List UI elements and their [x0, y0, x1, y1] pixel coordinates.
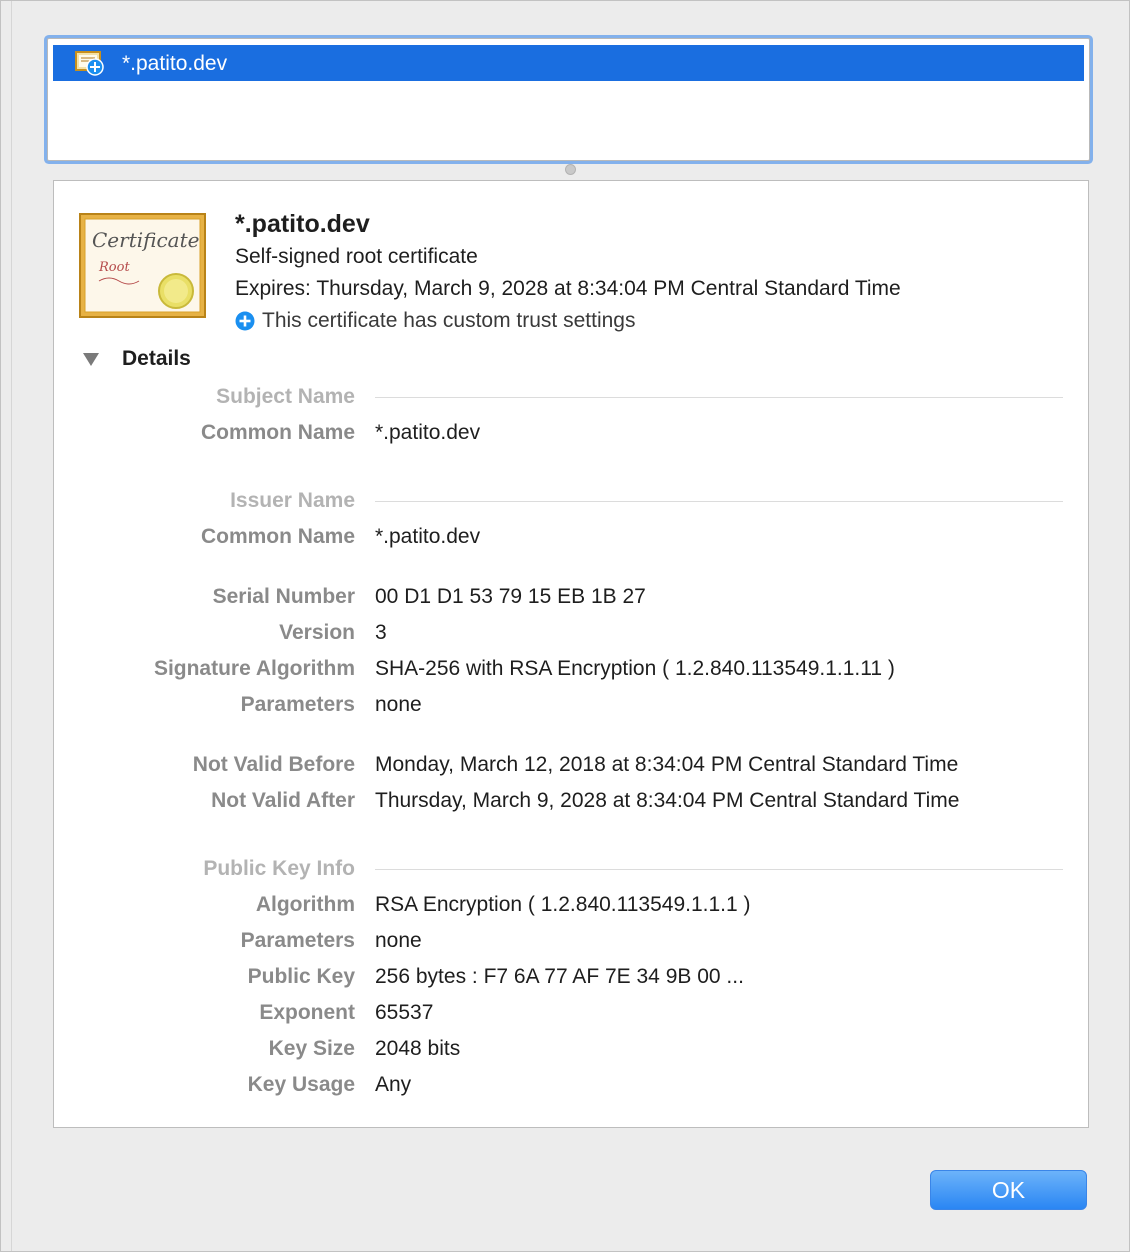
- signature-parameters-label: Parameters: [240, 693, 355, 716]
- certificate-detail-panel: Certificate Root *.patito.dev Self-signe…: [53, 180, 1089, 1128]
- public-key-label: Public Key: [247, 965, 355, 988]
- plus-circle-icon: [235, 311, 255, 331]
- window-edge: [11, 1, 12, 1251]
- version-label: Version: [279, 621, 355, 644]
- pk-algorithm-label: Algorithm: [255, 893, 355, 916]
- certificate-plus-icon: [75, 50, 105, 76]
- certificate-icon-sub: Root: [98, 260, 130, 275]
- disclosure-triangle-icon[interactable]: [82, 351, 100, 367]
- ok-button[interactable]: OK: [930, 1170, 1087, 1210]
- subject-common-name-label: Common Name: [200, 421, 355, 444]
- certificate-icon: Certificate Root: [79, 213, 206, 318]
- public-key-value: 256 bytes : F7 6A 77 AF 7E 34 9B 00 ...: [375, 965, 744, 988]
- certificate-expires: Expires: Thursday, March 9, 2028 at 8:34…: [235, 277, 901, 300]
- signature-algorithm-label: Signature Algorithm: [153, 657, 355, 680]
- pk-algorithm-value: RSA Encryption ( 1.2.840.113549.1.1.1 ): [375, 893, 751, 916]
- issuer-common-name-value: *.patito.dev: [375, 525, 481, 548]
- custom-trust-notice: This certificate has custom trust settin…: [235, 309, 635, 333]
- section-public-key-info: Public Key Info: [203, 857, 355, 880]
- key-usage-value: Any: [375, 1073, 412, 1096]
- key-usage-label: Key Usage: [247, 1073, 355, 1096]
- key-size-value: 2048 bits: [375, 1037, 461, 1060]
- details-label: Details: [122, 347, 191, 370]
- section-divider: [375, 501, 1063, 502]
- serial-number-value: 00 D1 D1 53 79 15 EB 1B 27: [375, 585, 646, 608]
- not-valid-before-value: Monday, March 12, 2018 at 8:34:04 PM Cen…: [375, 753, 959, 776]
- certificate-icon-script: Certificate: [92, 228, 199, 252]
- certificate-subtitle: Self-signed root certificate: [235, 245, 478, 268]
- certificate-list[interactable]: *.patito.dev: [47, 38, 1090, 161]
- details-disclosure[interactable]: Details: [82, 347, 191, 371]
- not-valid-after-value: Thursday, March 9, 2028 at 8:34:04 PM Ce…: [375, 789, 960, 812]
- certificate-list-item[interactable]: *.patito.dev: [53, 45, 1084, 81]
- key-size-label: Key Size: [268, 1037, 355, 1060]
- version-value: 3: [375, 621, 387, 644]
- section-divider: [375, 397, 1063, 398]
- pk-parameters-label: Parameters: [240, 929, 355, 952]
- exponent-label: Exponent: [259, 1001, 355, 1024]
- serial-number-label: Serial Number: [212, 585, 355, 608]
- signature-algorithm-value: SHA-256 with RSA Encryption ( 1.2.840.11…: [375, 657, 895, 680]
- subject-common-name-value: *.patito.dev: [375, 421, 481, 444]
- split-view-handle[interactable]: [565, 164, 576, 175]
- certificate-title: *.patito.dev: [235, 210, 370, 238]
- signature-parameters-value: none: [375, 693, 422, 716]
- section-divider: [375, 869, 1063, 870]
- certificate-list-label: *.patito.dev: [122, 52, 228, 75]
- custom-trust-text: This certificate has custom trust settin…: [262, 309, 636, 332]
- not-valid-after-label: Not Valid After: [211, 789, 355, 812]
- not-valid-before-label: Not Valid Before: [192, 753, 355, 776]
- exponent-value: 65537: [375, 1001, 434, 1024]
- certificate-dialog: *.patito.dev Certificate Root *.patito.d…: [0, 0, 1130, 1252]
- section-subject-name: Subject Name: [216, 385, 355, 408]
- issuer-common-name-label: Common Name: [200, 525, 355, 548]
- pk-parameters-value: none: [375, 929, 422, 952]
- section-issuer-name: Issuer Name: [230, 489, 355, 512]
